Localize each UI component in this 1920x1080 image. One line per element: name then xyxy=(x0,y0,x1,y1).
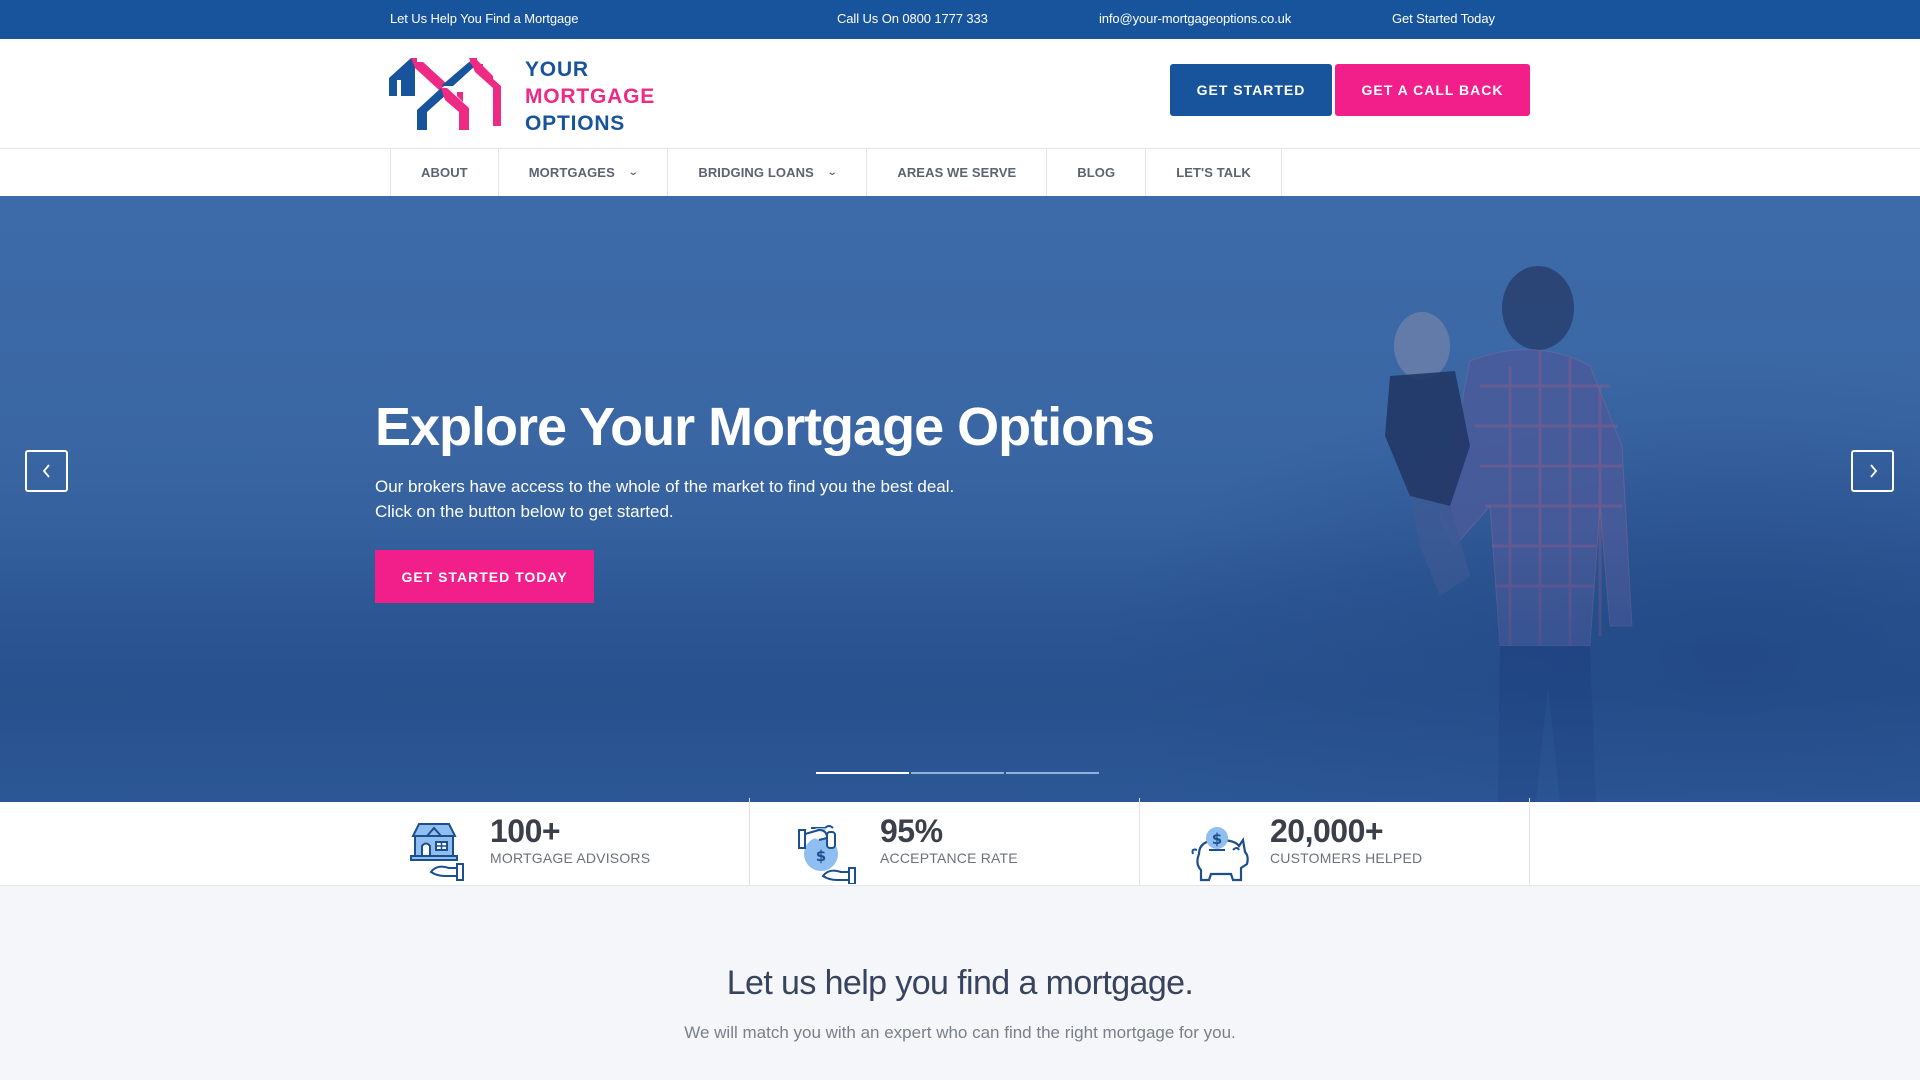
slider-dot-2[interactable] xyxy=(911,772,1004,774)
stat-acceptance-rate: $ 95% ACCEPTANCE RATE xyxy=(749,802,1139,886)
svg-text:$: $ xyxy=(1212,830,1222,848)
stat-label: ACCEPTANCE RATE xyxy=(880,850,1018,866)
top-bar-phone-link[interactable]: Call Us On 0800 1777 333 xyxy=(837,11,988,26)
slider-pagination xyxy=(816,772,1099,774)
stat-customers-helped: $ 20,000+ CUSTOMERS HELPED xyxy=(1139,802,1529,886)
slider-dot-1[interactable] xyxy=(816,772,909,774)
nav-item-areas-we-serve[interactable]: AREAS WE SERVE xyxy=(867,149,1048,196)
site-header xyxy=(0,39,1920,149)
stat-divider xyxy=(1529,798,1530,886)
hero-subtitle: Our brokers have access to the whole of … xyxy=(375,474,954,524)
chevron-down-icon: ⌄ xyxy=(826,167,838,178)
nav-item-lets-talk[interactable]: LET'S TALK xyxy=(1146,149,1282,196)
house-in-hand-icon xyxy=(410,823,464,881)
slider-next-button[interactable] xyxy=(1851,450,1894,492)
logo-wordmark: YOUR MORTGAGE OPTIONS xyxy=(525,56,655,137)
chevron-down-icon: ⌄ xyxy=(627,167,639,178)
stat-value: 100+ xyxy=(490,813,561,849)
nav-item-bridging-loans[interactable]: BRIDGING LOANS ⌄ xyxy=(668,149,868,196)
nav-item-blog[interactable]: BLOG xyxy=(1047,149,1147,196)
slider-dot-3[interactable] xyxy=(1006,772,1099,774)
logo-line-mortgage: MORTGAGE xyxy=(525,85,656,108)
svg-text:$: $ xyxy=(816,847,826,865)
nav-item-label: MORTGAGES xyxy=(528,165,615,180)
stat-mortgage-advisors: 100+ MORTGAGE ADVISORS xyxy=(0,802,749,886)
nav-item-label: BLOG xyxy=(1077,165,1116,180)
stat-value: 95% xyxy=(880,813,943,849)
hero-subtitle-line: Click on the button below to get started… xyxy=(375,502,674,521)
stat-value: 20,000+ xyxy=(1270,813,1384,849)
nav-item-mortgages[interactable]: MORTGAGES ⌄ xyxy=(499,149,669,196)
top-bar: Let Us Help You Find a Mortgage Call Us … xyxy=(0,0,1920,39)
nav-item-label: LET'S TALK xyxy=(1176,165,1251,180)
hero-slider: Explore Your Mortgage Options Our broker… xyxy=(0,196,1920,802)
top-bar-get-started-link[interactable]: Get Started Today xyxy=(1392,11,1495,26)
nav-item-label: BRIDGING LOANS xyxy=(698,165,814,180)
chevron-right-icon xyxy=(1869,464,1877,478)
nav-item-label: AREAS WE SERVE xyxy=(897,165,1017,180)
section-subtitle: We will match you with an expert who can… xyxy=(684,1023,1236,1042)
top-bar-email-link[interactable]: info@your-mortgageoptions.co.uk xyxy=(1099,11,1291,26)
section-title: Let us help you find a mortgage. xyxy=(726,964,1194,1002)
logo-line-options: OPTIONS xyxy=(525,112,626,135)
stat-label: MORTGAGE ADVISORS xyxy=(490,850,651,866)
chevron-left-icon xyxy=(42,464,50,478)
nav-item-label: ABOUT xyxy=(421,165,468,180)
get-started-button[interactable]: GET STARTED xyxy=(1170,64,1332,116)
stat-label: CUSTOMERS HELPED xyxy=(1270,850,1423,866)
hero-title: Explore Your Mortgage Options xyxy=(375,397,1155,457)
hero-subtitle-line: Our brokers have access to the whole of … xyxy=(375,477,955,496)
slider-prev-button[interactable] xyxy=(25,450,68,492)
money-bag-hand-icon: $ xyxy=(798,825,856,884)
top-bar-tagline: Let Us Help You Find a Mortgage xyxy=(390,11,579,26)
piggy-bank-icon: $ xyxy=(1191,827,1249,882)
nav-menu: ABOUT MORTGAGES ⌄ BRIDGING LOANS ⌄ AREAS… xyxy=(390,149,1282,196)
nav-item-about[interactable]: ABOUT xyxy=(391,149,499,196)
main-nav: ABOUT MORTGAGES ⌄ BRIDGING LOANS ⌄ AREAS… xyxy=(0,149,1920,196)
houses-logo-icon xyxy=(389,58,501,130)
stats-bar: 100+ MORTGAGE ADVISORS $ 95% ACCEPTANCE … xyxy=(0,798,1920,886)
site-logo[interactable]: YOUR MORTGAGE OPTIONS xyxy=(389,56,659,137)
logo-line-your: YOUR xyxy=(525,58,589,81)
hero-background-fog xyxy=(0,526,1920,802)
get-a-call-back-button[interactable]: GET A CALL BACK xyxy=(1335,64,1530,116)
get-started-today-button[interactable]: GET STARTED TODAY xyxy=(375,550,594,603)
